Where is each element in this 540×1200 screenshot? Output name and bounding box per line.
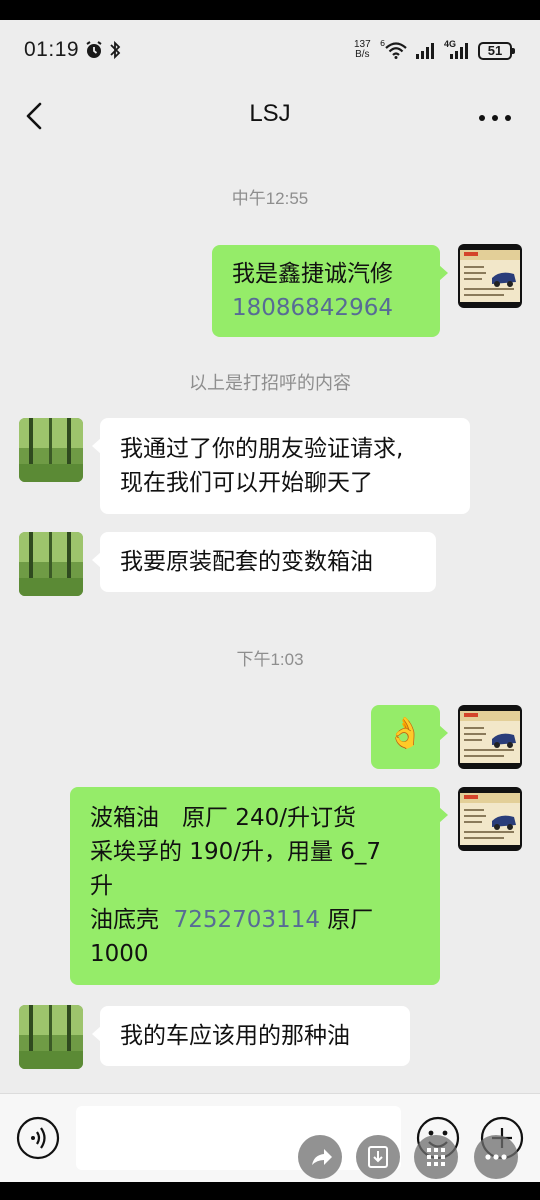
message-text: 我要原装配套的变数箱油 (120, 549, 373, 575)
grid-icon (427, 1148, 445, 1166)
bluetooth-icon (110, 40, 121, 60)
avatar-contact[interactable] (19, 532, 83, 596)
phone-number-link[interactable]: 18086842964 (232, 291, 420, 325)
download-icon (368, 1146, 388, 1168)
net-speed-unit: B/s (355, 49, 370, 60)
avatar-contact[interactable] (19, 418, 83, 482)
avatar-self[interactable] (458, 787, 522, 851)
message-text: 油底壳 (90, 907, 174, 933)
message-text: 1000 (90, 941, 149, 967)
message-text: 波箱油 原厂 240/升订货 (90, 805, 356, 831)
message-text: 原厂 (319, 907, 374, 933)
status-time: 01:19 (24, 38, 80, 61)
message-bubble-in[interactable]: 我通过了你的朋友验证请求, 现在我们可以开始聊天了 (92, 418, 470, 514)
wifi-icon (385, 42, 407, 59)
signal-icon-2 (450, 43, 468, 59)
chat-header: LSJ (0, 80, 540, 152)
voice-icon (16, 1116, 60, 1160)
network-speed: 137 B/s (354, 40, 371, 60)
message-bubble-out[interactable]: 我是鑫捷诚汽修 18086842964 (212, 245, 448, 337)
voice-button[interactable] (16, 1116, 60, 1160)
overflow-menu-button[interactable] (474, 1135, 518, 1179)
more-icon (485, 1154, 507, 1160)
business-card-avatar-image (458, 787, 522, 851)
download-button[interactable] (356, 1135, 400, 1179)
ok-hand-emoji: 👌 (386, 716, 425, 751)
alarm-icon (86, 41, 102, 58)
business-card-avatar-image (458, 705, 522, 769)
chat-title: LSJ (249, 100, 291, 127)
avatar-self[interactable] (458, 244, 522, 308)
avatar-self[interactable] (458, 705, 522, 769)
more-dots-icon (479, 115, 511, 121)
phone-number-link[interactable]: 7252703114 (174, 907, 320, 933)
bamboo-avatar-image (19, 1005, 83, 1069)
message-bubble-in[interactable]: 我的车应该用的那种油 (92, 1006, 410, 1066)
message-bubble-out-emoji[interactable]: 👌 (371, 705, 448, 769)
signal-icon-1 (416, 43, 434, 59)
share-button[interactable] (298, 1135, 342, 1179)
bamboo-avatar-image (19, 418, 83, 482)
message-text: 我的车应该用的那种油 (120, 1023, 350, 1049)
message-text-line: 油底壳 7252703114 原厂 (90, 903, 420, 937)
system-note: 以上是打招呼的内容 (189, 373, 351, 394)
message-bubble-out[interactable]: 波箱油 原厂 240/升订货 采埃孚的 190/升，用量 6_7 升 油底壳 7… (70, 787, 448, 985)
grid-button[interactable] (414, 1135, 458, 1179)
message-input[interactable] (76, 1106, 401, 1170)
business-card-avatar-image (458, 244, 522, 308)
status-bar: 01:19 137 B/s 6 4G 51 (0, 20, 540, 80)
battery-indicator: 51 (478, 42, 515, 60)
message-timestamp: 下午1:03 (236, 650, 304, 669)
message-timestamp: 中午12:55 (231, 189, 309, 208)
message-text: 采埃孚的 190/升，用量 6_7 (90, 839, 382, 865)
message-text: 我是鑫捷诚汽修 (232, 261, 393, 287)
message-text: 我通过了你的朋友验证请求, (120, 436, 404, 462)
message-text: 升 (90, 873, 113, 899)
message-text: 现在我们可以开始聊天了 (120, 470, 373, 496)
share-icon (312, 1149, 332, 1165)
chat-input-bar (0, 1093, 540, 1182)
message-bubble-in[interactable]: 我要原装配套的变数箱油 (92, 532, 436, 592)
chat-screen: 01:19 137 B/s 6 4G 51 LSJ 中午12:55 我是鑫捷诚汽… (0, 20, 540, 1182)
bamboo-avatar-image (19, 532, 83, 596)
avatar-contact[interactable] (19, 1005, 83, 1069)
more-options-button[interactable] (470, 100, 520, 136)
